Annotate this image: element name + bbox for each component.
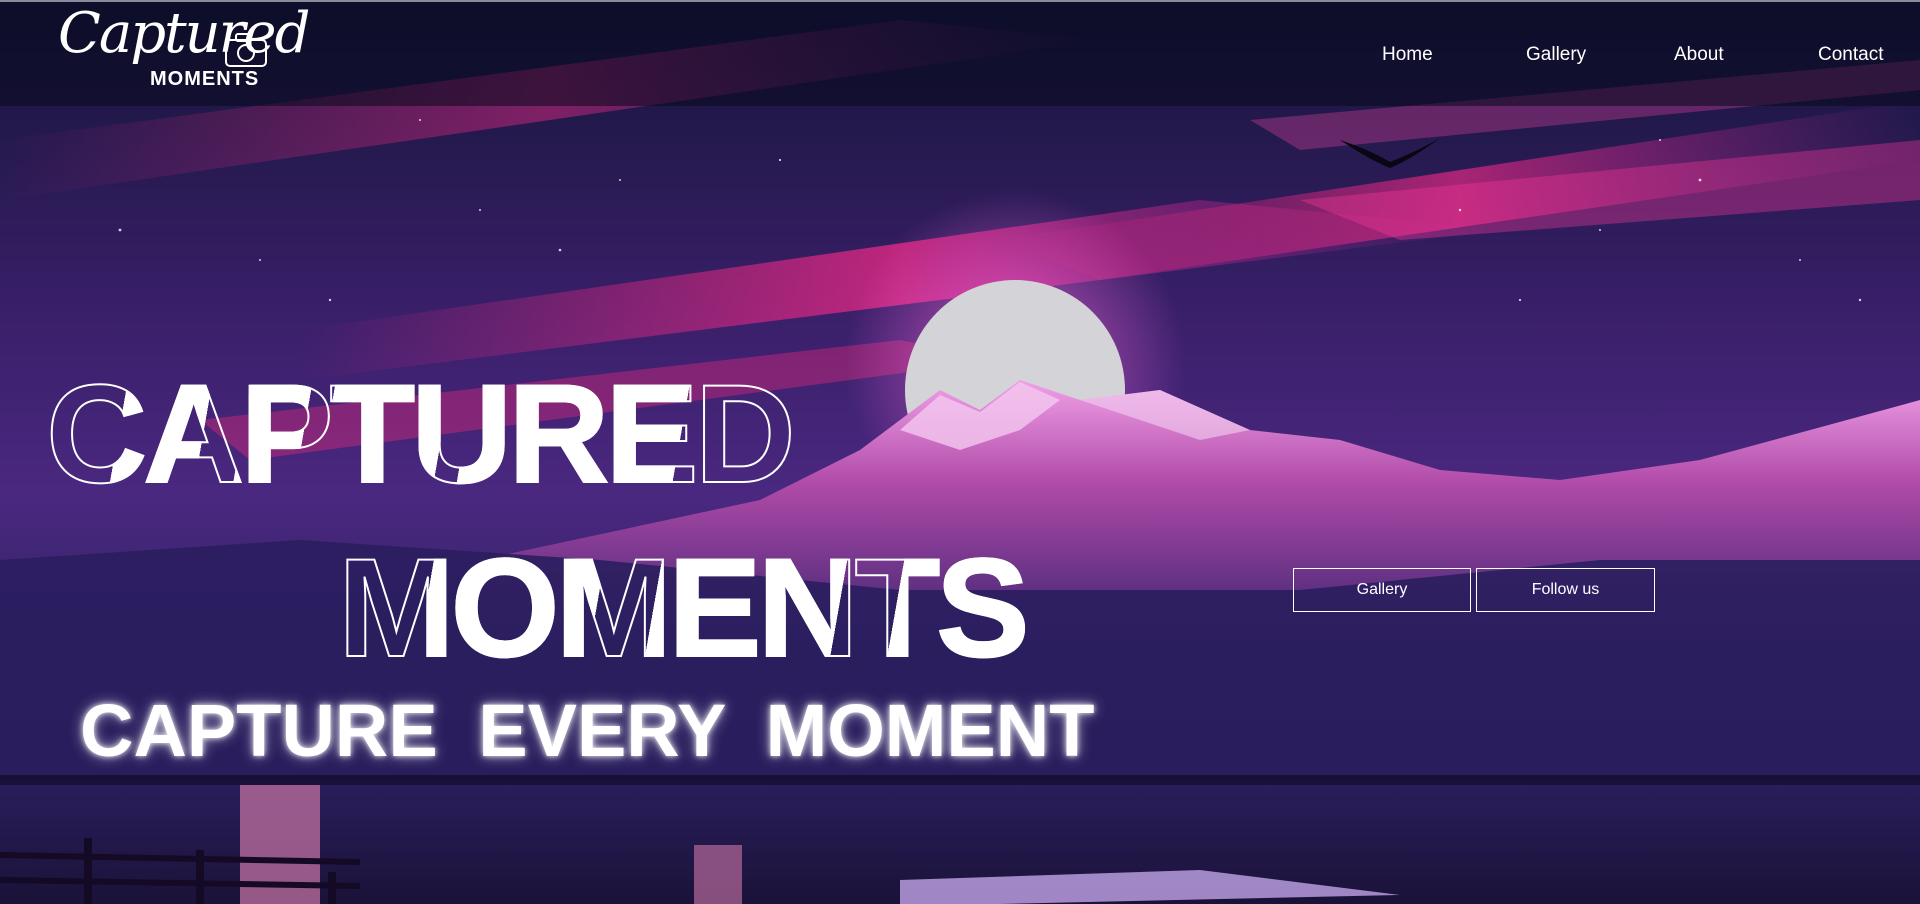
camera-icon: [224, 32, 268, 73]
hero-title-line1: CAPTURED: [45, 355, 797, 512]
top-navbar: Captured MOMENTS Home Gallery About Cont…: [0, 0, 1920, 106]
logo-script-text: Captured: [58, 1, 310, 66]
nav-home[interactable]: Home: [1382, 44, 1433, 66]
nav-about[interactable]: About: [1674, 44, 1724, 66]
hero-tagline: CAPTURE EVERY MOMENT: [80, 689, 1095, 772]
site-logo[interactable]: Captured MOMENTS: [38, 6, 310, 100]
follow-us-button[interactable]: Follow us: [1476, 568, 1655, 612]
nav-gallery[interactable]: Gallery: [1526, 44, 1586, 66]
gallery-button[interactable]: Gallery: [1293, 568, 1471, 612]
nav-contact[interactable]: Contact: [1818, 44, 1883, 66]
hero-title-line2: MOMENTS: [337, 529, 1031, 686]
